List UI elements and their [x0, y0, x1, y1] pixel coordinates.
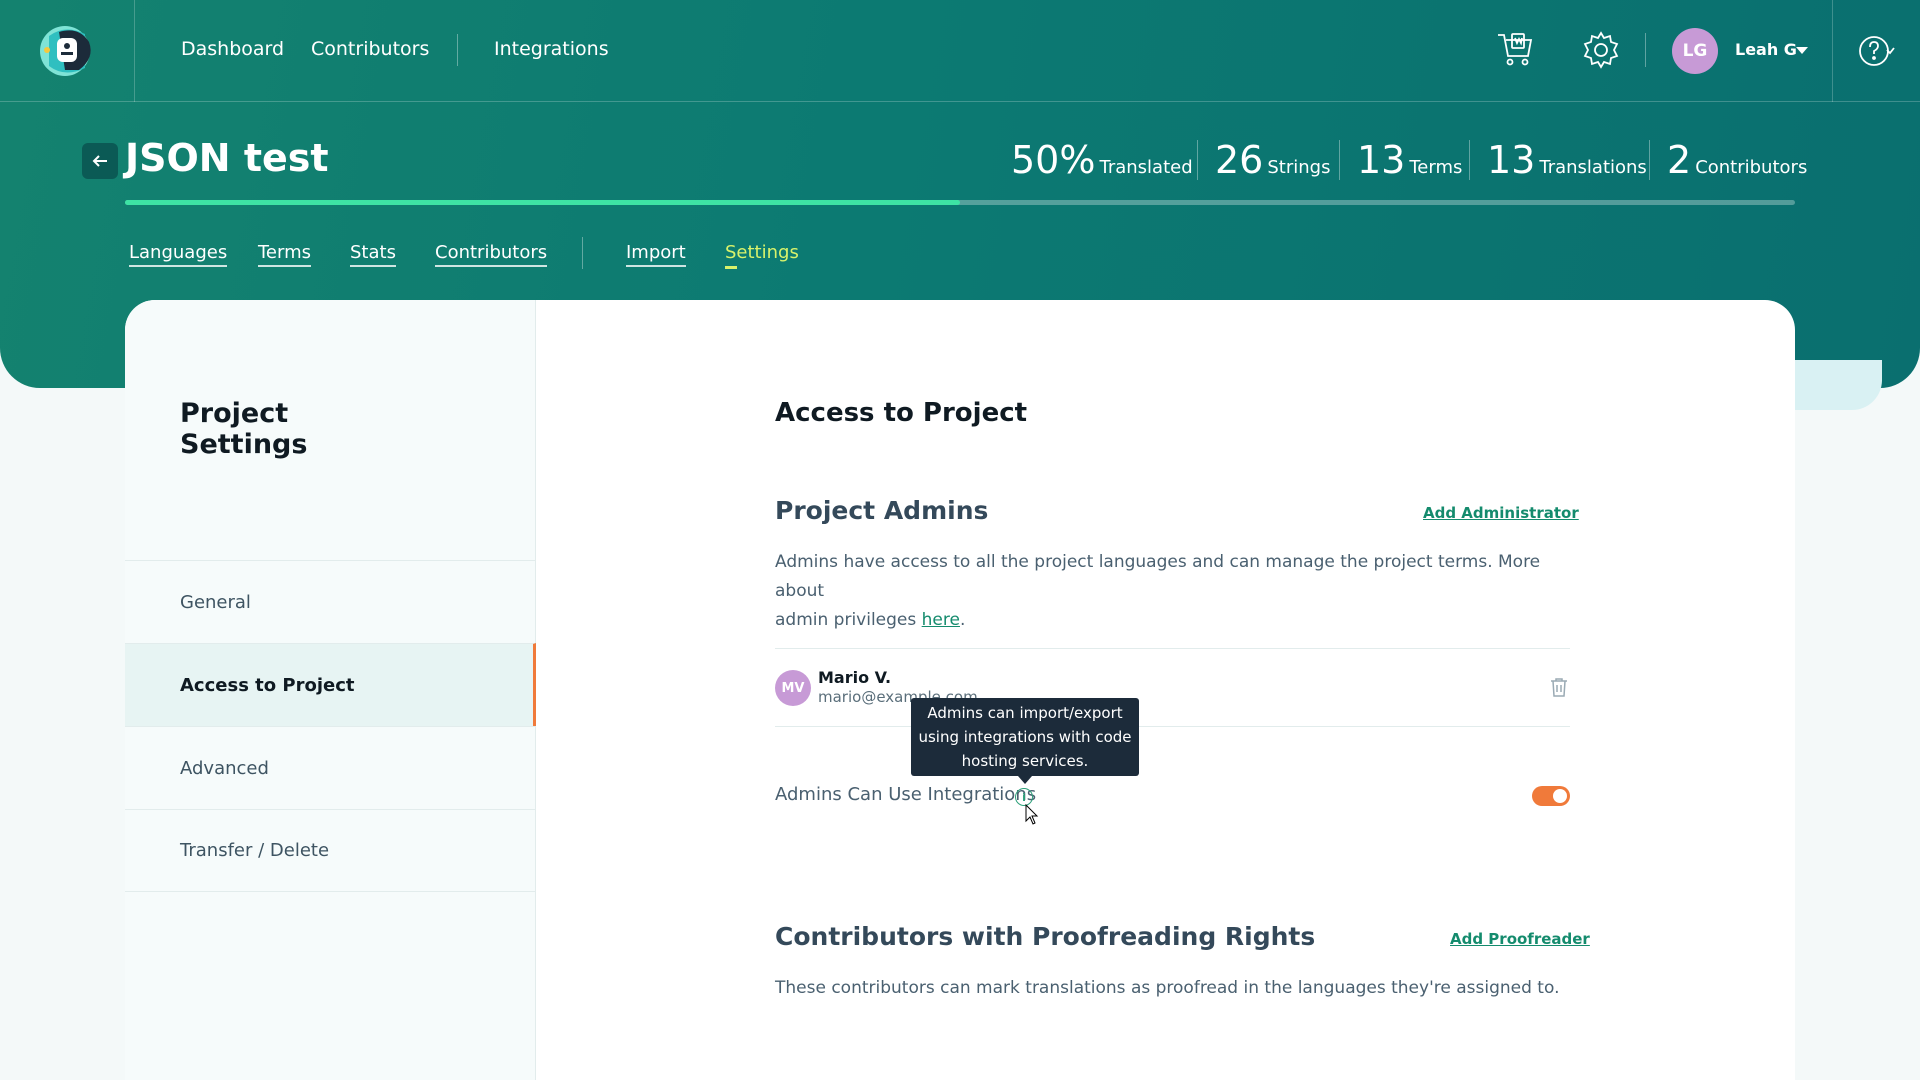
section-title-admins: Project Admins — [775, 496, 989, 525]
settings-sidebar: Project Settings General Access to Proje… — [125, 300, 536, 1080]
stat-contributors: 2 Contributors — [1667, 138, 1808, 182]
sidebar-title-line: Settings — [180, 429, 308, 460]
nav-dashboard[interactable]: Dashboard — [181, 38, 284, 60]
proofreaders-description: These contributors can mark translations… — [775, 978, 1560, 998]
sidebar-item-access[interactable]: Access to Project — [125, 643, 536, 726]
trash-icon[interactable] — [1550, 677, 1568, 697]
add-proofreader-link[interactable]: Add Proofreader — [1450, 930, 1590, 948]
page-title: Access to Project — [775, 398, 1028, 428]
top-navbar: Dashboard Contributors Integrations LG L… — [0, 0, 1920, 102]
gear-icon[interactable] — [1581, 30, 1621, 70]
member-name: Mario V. — [818, 668, 892, 687]
settings-card: Project Settings General Access to Proje… — [125, 300, 1795, 1080]
nav-contributors[interactable]: Contributors — [311, 38, 429, 60]
tab-settings[interactable]: Settings — [725, 242, 799, 269]
sidebar-item-advanced[interactable]: Advanced — [125, 726, 536, 809]
user-name[interactable]: Leah G — [1735, 40, 1797, 59]
progress-fill — [125, 200, 960, 205]
stat-divider — [1197, 140, 1198, 180]
member-avatar: MV — [775, 670, 811, 706]
add-administrator-link[interactable]: Add Administrator — [1423, 504, 1579, 522]
stat-strings: 26 Strings — [1215, 138, 1331, 182]
tab-import[interactable]: Import — [626, 242, 686, 267]
tooltip: Admins can import/export using integrati… — [911, 698, 1139, 784]
divider — [775, 648, 1570, 649]
sidebar-title: Project Settings — [180, 398, 307, 460]
sidebar-item-general[interactable]: General — [125, 560, 536, 643]
tab-stats[interactable]: Stats — [350, 242, 396, 267]
tab-contributors[interactable]: Contributors — [435, 242, 548, 267]
stat-translations: 13 Translations — [1487, 138, 1647, 182]
privileges-link[interactable]: here — [922, 610, 960, 630]
cart-icon[interactable] — [1495, 30, 1535, 70]
project-title: JSON test — [125, 136, 329, 180]
stat-divider — [1649, 140, 1650, 180]
user-avatar[interactable]: LG — [1672, 28, 1718, 74]
nav-integrations[interactable]: Integrations — [494, 38, 609, 60]
stat-divider — [1469, 140, 1470, 180]
help-container[interactable] — [1832, 0, 1920, 102]
app-logo-icon — [40, 26, 91, 76]
stat-terms: 13 Terms — [1357, 138, 1463, 182]
nav-divider — [457, 34, 458, 66]
sidebar-title-line: Project — [180, 398, 289, 429]
admins-description: Admins have access to all the project la… — [775, 552, 1541, 630]
tab-languages[interactable]: Languages — [129, 242, 228, 267]
chevron-down-icon[interactable] — [1796, 47, 1808, 54]
section-title-proofreaders: Contributors with Proofreading Rights — [775, 922, 1316, 951]
translation-progress-bar — [125, 200, 1795, 205]
tab-terms[interactable]: Terms — [258, 242, 312, 267]
sidebar-item-transfer-delete[interactable]: Transfer / Delete — [125, 809, 536, 892]
nav-divider — [1645, 33, 1646, 67]
stat-divider — [1339, 140, 1340, 180]
toggle-label: Admins Can Use Integrations — [775, 784, 1037, 805]
logo-container[interactable] — [0, 0, 135, 102]
mouse-cursor-icon — [1025, 804, 1039, 825]
stat-translated: 50% Translated — [1011, 138, 1193, 182]
help-icon — [1858, 36, 1895, 66]
tab-divider — [582, 237, 583, 269]
back-button[interactable] — [82, 143, 118, 179]
arrow-left-icon — [92, 155, 107, 167]
divider — [775, 726, 1570, 727]
admins-integrations-toggle[interactable] — [1532, 786, 1570, 806]
